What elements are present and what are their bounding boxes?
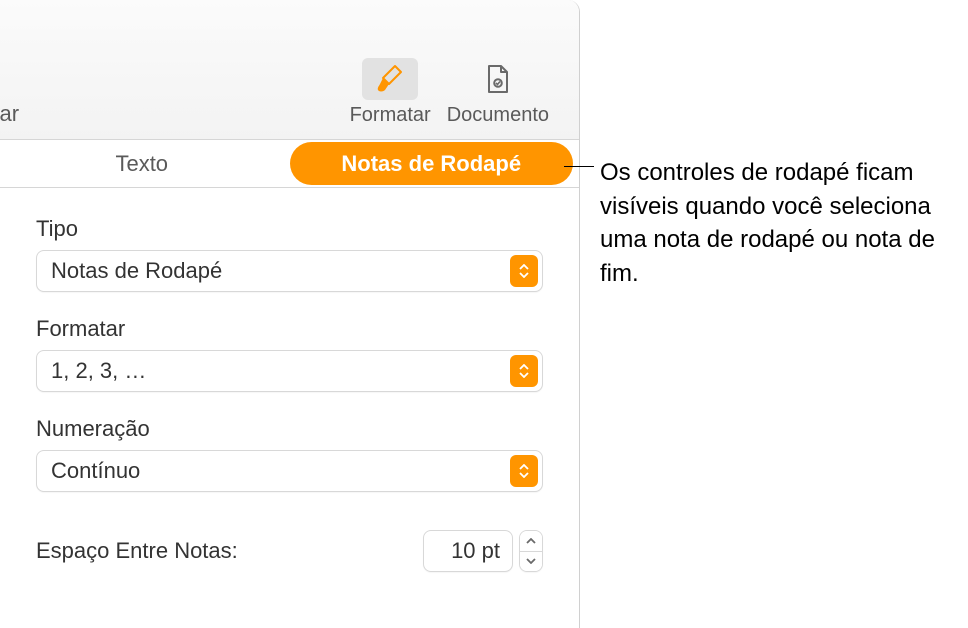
spacing-value-input[interactable]: 10 pt xyxy=(423,530,513,572)
type-label: Tipo xyxy=(36,216,543,242)
chevron-up-down-icon xyxy=(510,355,538,387)
stepper-down-button[interactable] xyxy=(520,552,542,572)
format-button[interactable]: Formatar xyxy=(350,58,431,127)
numbering-value: Contínuo xyxy=(51,458,140,484)
stepper-up-button[interactable] xyxy=(520,531,542,552)
type-select[interactable]: Notas de Rodapé xyxy=(36,250,543,292)
tab-text[interactable]: Texto xyxy=(0,140,284,187)
toolbar-right-group: Formatar Documento xyxy=(350,58,549,127)
toolbar-left-partial: orar xyxy=(0,101,19,127)
format-value: 1, 2, 3, … xyxy=(51,358,146,384)
tab-footnotes[interactable]: Notas de Rodapé xyxy=(290,142,574,185)
paintbrush-icon xyxy=(375,64,405,94)
type-value: Notas de Rodapé xyxy=(51,258,222,284)
spacing-stepper: 10 pt xyxy=(423,530,543,572)
format-label: Formatar xyxy=(350,104,431,127)
format-icon-wrap xyxy=(362,58,418,100)
tabs-row: Texto Notas de Rodapé xyxy=(0,140,579,188)
spacing-label: Espaço Entre Notas: xyxy=(36,538,238,564)
stepper-controls xyxy=(519,530,543,572)
chevron-down-icon xyxy=(526,558,536,564)
field-numbering: Numeração Contínuo xyxy=(36,416,543,492)
numbering-select[interactable]: Contínuo xyxy=(36,450,543,492)
document-icon xyxy=(485,64,511,94)
callout-text: Os controles de rodapé ficam visíveis qu… xyxy=(600,156,950,290)
document-label: Documento xyxy=(447,104,549,127)
document-button[interactable]: Documento xyxy=(447,58,549,127)
format-label: Formatar xyxy=(36,316,543,342)
field-spacing: Espaço Entre Notas: 10 pt xyxy=(36,530,543,572)
inspector-panel: orar Formatar xyxy=(0,0,580,628)
field-type: Tipo Notas de Rodapé xyxy=(36,216,543,292)
chevron-up-down-icon xyxy=(510,455,538,487)
chevron-up-icon xyxy=(526,538,536,544)
callout-connector xyxy=(564,166,594,167)
toolbar: orar Formatar xyxy=(0,0,579,140)
document-icon-wrap xyxy=(470,58,526,100)
numbering-label: Numeração xyxy=(36,416,543,442)
chevron-up-down-icon xyxy=(510,255,538,287)
panel-content: Tipo Notas de Rodapé Formatar 1, 2, 3, …… xyxy=(0,188,579,600)
field-format: Formatar 1, 2, 3, … xyxy=(36,316,543,392)
format-select[interactable]: 1, 2, 3, … xyxy=(36,350,543,392)
